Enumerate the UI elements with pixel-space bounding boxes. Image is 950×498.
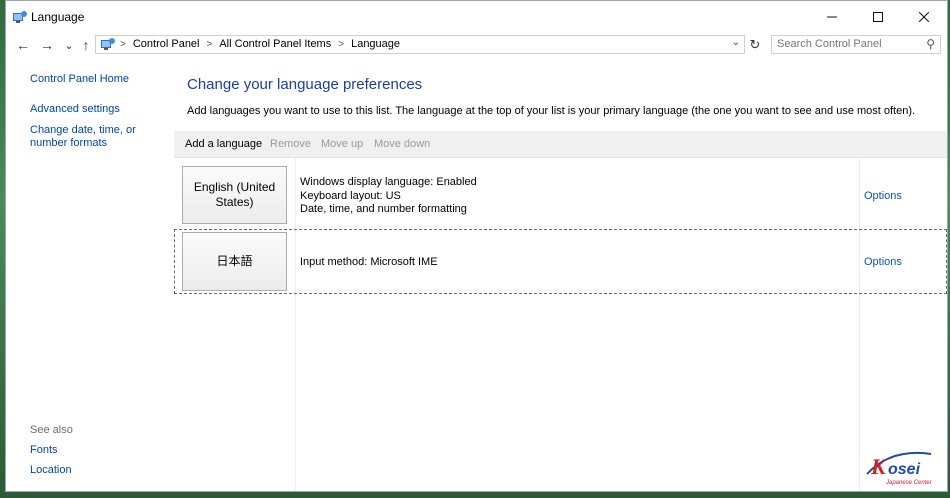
- title-bar: Language: [6, 1, 947, 33]
- language-details: Windows display language: Enabled Keyboa…: [300, 176, 477, 217]
- search-input[interactable]: [777, 38, 917, 50]
- window-title: Language: [31, 10, 85, 24]
- add-language-button[interactable]: Add a language: [185, 138, 262, 150]
- svg-text:K: K: [870, 454, 887, 479]
- options-link-english[interactable]: Options: [864, 190, 902, 202]
- address-bar[interactable]: > Control Panel > All Control Panel Item…: [95, 35, 745, 54]
- chevron-right-icon[interactable]: >: [338, 39, 344, 50]
- language-row-japanese[interactable]: 日本語 Input method: Microsoft IME Options: [174, 229, 947, 294]
- language-detail-line: Keyboard layout: US: [300, 189, 401, 202]
- language-button-english[interactable]: English (United States): [182, 166, 287, 224]
- change-date-time-formats-link[interactable]: Change date, time, or number formats: [30, 124, 170, 150]
- forward-arrow-icon: →: [40, 37, 54, 53]
- chevron-right-icon[interactable]: >: [120, 39, 126, 50]
- up-arrow-icon: ↑: [82, 37, 90, 53]
- address-dropdown-icon[interactable]: ⌄: [732, 37, 740, 48]
- svg-text:Japanese Center: Japanese Center: [885, 480, 933, 486]
- remove-button[interactable]: Remove: [270, 138, 311, 150]
- minimize-icon: [827, 16, 837, 18]
- search-icon[interactable]: ⚲: [926, 37, 935, 51]
- page-description: Add languages you want to use to this li…: [187, 105, 916, 117]
- fonts-link[interactable]: Fonts: [30, 444, 58, 457]
- options-link-japanese[interactable]: Options: [864, 256, 902, 268]
- kosei-logo: K osei Japanese Center: [866, 451, 933, 486]
- back-arrow-icon: ←: [16, 37, 30, 53]
- recent-locations-button[interactable]: ⌄: [60, 37, 78, 53]
- language-button-japanese[interactable]: 日本語: [182, 232, 287, 291]
- control-panel-icon: [13, 11, 27, 23]
- chevron-down-icon: ⌄: [64, 39, 74, 52]
- maximize-icon: [873, 12, 883, 22]
- svg-text:osei: osei: [888, 461, 921, 478]
- chevron-right-icon[interactable]: >: [207, 39, 213, 50]
- up-button[interactable]: ↑: [77, 37, 95, 53]
- left-pane: Control Panel Home Advanced settings Cha…: [6, 57, 174, 491]
- advanced-settings-link[interactable]: Advanced settings: [30, 103, 120, 116]
- move-up-button[interactable]: Move up: [321, 138, 363, 150]
- language-window: Language ← → ⌄ ↑ > Control Panel > All C…: [5, 0, 948, 492]
- language-detail-line: Windows display language: Enabled: [300, 176, 477, 188]
- breadcrumb: > Control Panel > All Control Panel Item…: [120, 38, 400, 50]
- see-also-label: See also: [30, 424, 73, 436]
- control-panel-home-link[interactable]: Control Panel Home: [30, 73, 129, 86]
- breadcrumb-all-items[interactable]: All Control Panel Items: [219, 38, 331, 50]
- back-button[interactable]: ←: [14, 37, 32, 53]
- close-icon: [919, 12, 929, 22]
- forward-button[interactable]: →: [38, 37, 56, 53]
- language-detail-line: Date, time, and number formatting: [300, 203, 467, 215]
- refresh-icon: ↻: [749, 37, 761, 52]
- page-title: Change your language preferences: [187, 76, 423, 93]
- breadcrumb-control-panel[interactable]: Control Panel: [133, 38, 200, 50]
- minimize-button[interactable]: [809, 1, 855, 33]
- control-panel-icon: [101, 38, 115, 50]
- language-row-english[interactable]: English (United States) Windows display …: [174, 161, 947, 227]
- search-box[interactable]: ⚲: [771, 35, 941, 54]
- move-down-button[interactable]: Move down: [374, 138, 430, 150]
- language-details: Input method: Microsoft IME: [300, 256, 438, 270]
- maximize-button[interactable]: [855, 1, 901, 33]
- breadcrumb-language[interactable]: Language: [351, 38, 400, 50]
- language-detail-line: Input method: Microsoft IME: [300, 256, 438, 268]
- close-button[interactable]: [901, 1, 947, 33]
- language-toolbar: Add a language Remove Move up Move down: [174, 131, 947, 158]
- location-link[interactable]: Location: [30, 464, 72, 477]
- navigation-bar: ← → ⌄ ↑ > Control Panel > All Control Pa…: [6, 33, 947, 57]
- refresh-button[interactable]: ↻: [747, 37, 763, 53]
